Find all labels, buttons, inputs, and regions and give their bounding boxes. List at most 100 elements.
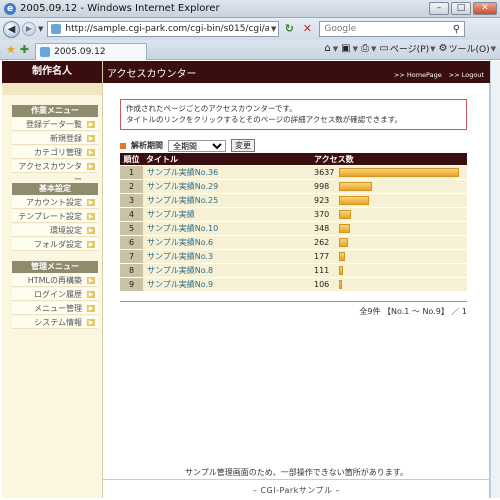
sidebar-item-account[interactable]: アカウント設定 ▶ bbox=[12, 196, 98, 209]
count-value: 111 bbox=[314, 266, 330, 275]
footer-divider bbox=[103, 479, 490, 480]
title-link[interactable]: サンプル実績No.29 bbox=[147, 182, 218, 191]
close-button[interactable]: ✕ bbox=[473, 2, 497, 15]
count-bar bbox=[339, 168, 459, 177]
title-link[interactable]: サンプル実績No.36 bbox=[147, 168, 218, 177]
header-links: >> HomePage >> Logout bbox=[394, 71, 484, 79]
sidebar-item-rebuild-html[interactable]: HTMLの再構築 ▶ bbox=[12, 274, 98, 287]
sidebar-item-label: メニュー管理 bbox=[34, 304, 82, 313]
print-button[interactable]: ⎙ ▼ bbox=[361, 43, 376, 54]
count-cell: 923 bbox=[311, 194, 467, 207]
title-cell: サンプル実績 bbox=[143, 208, 311, 221]
window-titlebar: e 2005.09.12 - Windows Internet Explorer… bbox=[0, 0, 500, 18]
back-button[interactable]: ◀ bbox=[3, 20, 20, 38]
sidebar-item-label: システム情報 bbox=[34, 318, 82, 327]
page-icon bbox=[51, 24, 62, 34]
page-menu-button[interactable]: ▭ ページ(P) ▼ bbox=[379, 42, 435, 55]
menu-group-title: 作業メニュー bbox=[12, 105, 98, 117]
column-header-rank: 順位 bbox=[120, 153, 143, 165]
count-bar bbox=[339, 210, 351, 219]
bullet-square-icon bbox=[120, 142, 126, 149]
chevron-right-icon: ▶ bbox=[87, 319, 95, 326]
sidebar-item-label: 新規登録 bbox=[50, 134, 82, 143]
refresh-icon[interactable]: ↻ bbox=[281, 21, 297, 37]
table-row: 9 サンプル実績No.9 106 bbox=[120, 278, 467, 291]
tab-title: 2005.09.12 bbox=[54, 46, 106, 57]
title-link[interactable]: サンプル実績No.3 bbox=[147, 252, 213, 261]
sidebar-item-categories[interactable]: カテゴリ管理 ▶ bbox=[12, 146, 98, 159]
vertical-scrollbar[interactable] bbox=[490, 61, 500, 498]
title-cell: サンプル実績No.9 bbox=[143, 278, 311, 291]
count-wrap: 348 bbox=[314, 224, 467, 233]
table-divider bbox=[120, 301, 467, 302]
address-field[interactable]: http://sample.cgi-park.com/cgi-bin/s015/… bbox=[47, 21, 280, 37]
sidebar-item-label: ログイン履歴 bbox=[34, 290, 82, 299]
sidebar-item-system-info[interactable]: システム情報 ▶ bbox=[12, 316, 98, 329]
sidebar-item-menu-admin[interactable]: メニュー管理 ▶ bbox=[12, 302, 98, 315]
footnote: サンプル管理画面のため、一部操作できない箇所があります。 bbox=[185, 468, 408, 477]
sidebar-item-label: 環境設定 bbox=[50, 226, 82, 235]
table-row: 1 サンプル実績No.36 3637 bbox=[120, 166, 467, 179]
chevron-right-icon: ▶ bbox=[87, 227, 95, 234]
count-value: 106 bbox=[314, 280, 330, 289]
minimize-button[interactable]: – bbox=[429, 2, 449, 15]
count-wrap: 3637 bbox=[314, 168, 467, 177]
chevron-right-icon: ▶ bbox=[87, 163, 95, 170]
menu-group-title: 管理メニュー bbox=[12, 261, 98, 273]
sidebar-item-folder[interactable]: フォルダ設定 ▶ bbox=[12, 238, 98, 251]
search-placeholder: Google bbox=[324, 24, 357, 34]
sidebar-item-environment[interactable]: 環境設定 ▶ bbox=[12, 224, 98, 237]
history-dropdown-icon[interactable]: ▼ bbox=[38, 25, 43, 33]
maximize-button[interactable]: □ bbox=[451, 2, 471, 15]
forward-button[interactable]: ▶ bbox=[22, 22, 36, 36]
title-link[interactable]: サンプル実績No.6 bbox=[147, 238, 213, 247]
favorites-star-icon[interactable]: ★ bbox=[6, 43, 16, 56]
info-line: タイトルのリンクをクリックするとそのページの詳細アクセス数が確認できます。 bbox=[126, 115, 402, 124]
home-button[interactable]: ⌂ ▼ bbox=[324, 43, 338, 54]
title-link[interactable]: サンプル実績No.25 bbox=[147, 196, 218, 205]
period-select[interactable]: 全期間 bbox=[168, 139, 226, 152]
chevron-down-icon: ▼ bbox=[332, 44, 339, 53]
page-menu-label: ページ(P) bbox=[389, 45, 430, 55]
sidebar-item-label: テンプレート設定 bbox=[18, 212, 82, 221]
chevron-right-icon: ▶ bbox=[87, 291, 95, 298]
search-input[interactable]: Google ⚲ bbox=[319, 21, 466, 37]
sidebar-item-label: カテゴリ管理 bbox=[34, 148, 82, 157]
table-header-row: 順位 タイトル アクセス数 bbox=[120, 153, 467, 165]
rank-cell: 5 bbox=[120, 222, 143, 235]
count-wrap: 262 bbox=[314, 238, 467, 247]
sidebar-item-login-history[interactable]: ログイン履歴 ▶ bbox=[12, 288, 98, 301]
count-bar bbox=[339, 238, 348, 247]
homepage-link[interactable]: >> HomePage bbox=[394, 71, 442, 79]
title-link[interactable]: サンプル実績No.10 bbox=[147, 224, 218, 233]
title-link[interactable]: サンプル実績No.8 bbox=[147, 266, 213, 275]
pagination-summary: 全9件 【No.1 ～ No.9】 ／ 1 bbox=[359, 307, 467, 316]
title-link[interactable]: サンプル実績 bbox=[147, 210, 195, 219]
menu-group-basic: 基本設定 アカウント設定 ▶ テンプレート設定 ▶ 環境設定 ▶ フォルダ設定 ▶ bbox=[2, 183, 102, 251]
count-wrap: 111 bbox=[314, 266, 467, 275]
feeds-button[interactable]: ▣ ▼ bbox=[341, 43, 358, 54]
info-line: 作成されたページごとのアクセスカウンターです。 bbox=[126, 104, 297, 113]
count-value: 3637 bbox=[314, 168, 335, 177]
tools-menu-label: ツール(O) bbox=[448, 45, 490, 55]
count-wrap: 106 bbox=[314, 280, 467, 289]
title-link[interactable]: サンプル実績No.9 bbox=[147, 280, 213, 289]
sidebar-item-data-list[interactable]: 登録データ一覧 ▶ bbox=[12, 118, 98, 131]
stop-icon[interactable]: ✕ bbox=[299, 21, 315, 37]
search-icon[interactable]: ⚲ bbox=[448, 24, 464, 35]
sidebar-item-new-entry[interactable]: 新規登録 ▶ bbox=[12, 132, 98, 145]
add-favorites-icon[interactable]: ✚ bbox=[20, 43, 29, 56]
count-cell: 998 bbox=[311, 180, 467, 193]
tab-current[interactable]: 2005.09.12 bbox=[35, 42, 148, 60]
tab-page-icon bbox=[40, 46, 51, 57]
address-dropdown-icon[interactable]: ▼ bbox=[269, 25, 278, 33]
tools-menu-button[interactable]: ⚙ ツール(O) ▼ bbox=[439, 42, 496, 55]
change-button[interactable]: 変更 bbox=[231, 139, 255, 152]
logout-link[interactable]: >> Logout bbox=[449, 71, 484, 79]
rank-cell: 3 bbox=[120, 194, 143, 207]
sidebar-item-template[interactable]: テンプレート設定 ▶ bbox=[12, 210, 98, 223]
chevron-right-icon: ▶ bbox=[87, 149, 95, 156]
sidebar-item-label: アクセスカウンター bbox=[18, 162, 82, 184]
sidebar-item-access-counter[interactable]: アクセスカウンター ▶ bbox=[12, 160, 98, 184]
period-filter: 解析期間 全期間 変更 bbox=[120, 139, 255, 152]
